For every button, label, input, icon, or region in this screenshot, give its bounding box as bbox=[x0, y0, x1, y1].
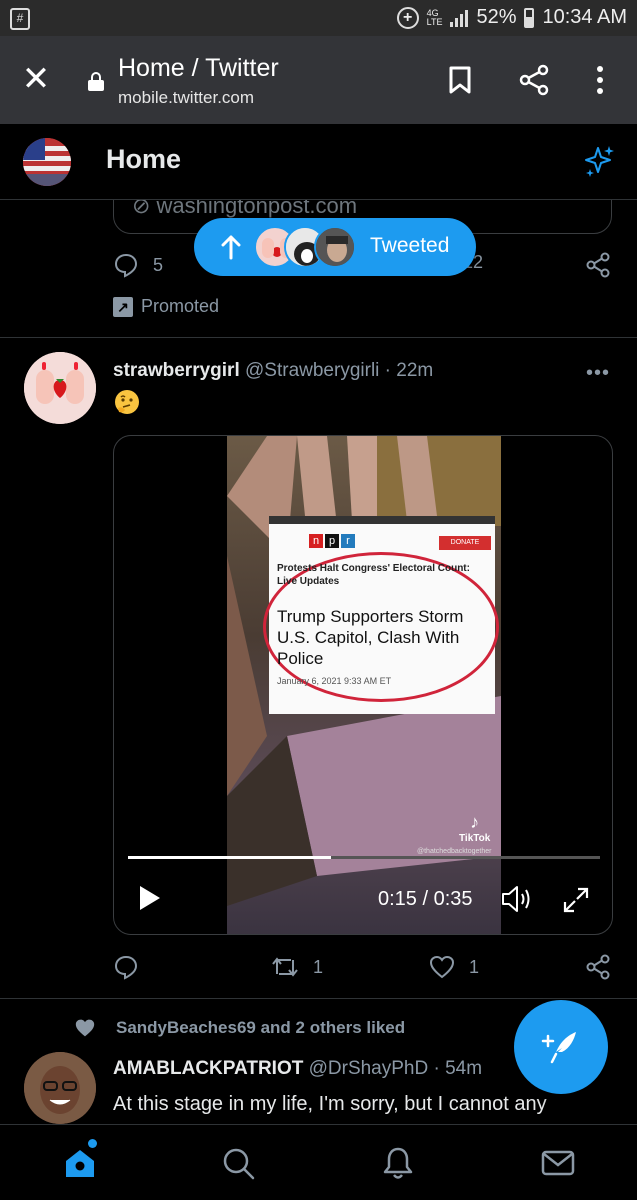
lock-icon[interactable] bbox=[88, 72, 104, 91]
like-count: 1 bbox=[469, 956, 480, 977]
share-icon[interactable] bbox=[518, 64, 550, 96]
npr-date: January 6, 2021 9:33 AM ET bbox=[277, 676, 392, 686]
browser-url[interactable]: mobile.twitter.com bbox=[118, 88, 254, 108]
profile-avatar[interactable] bbox=[23, 138, 71, 186]
reply-icon bbox=[114, 253, 138, 278]
battery-percent: 52% bbox=[476, 6, 517, 28]
new-tweets-label: Tweeted bbox=[370, 234, 450, 257]
reply-icon bbox=[114, 955, 138, 980]
play-icon[interactable] bbox=[138, 884, 162, 912]
retweet-icon bbox=[272, 957, 298, 977]
avatar[interactable] bbox=[24, 352, 96, 424]
like-button[interactable]: 1 bbox=[429, 954, 479, 980]
status-icons: + 4G LTE 52% 10:34 AM bbox=[396, 6, 627, 29]
heart-icon bbox=[429, 955, 455, 979]
signal-icon bbox=[450, 9, 469, 27]
bottom-navigation bbox=[0, 1124, 637, 1200]
more-horizontal-icon[interactable]: ••• bbox=[586, 362, 610, 385]
tiktok-watermark: ♪ TikTok bbox=[459, 812, 491, 844]
video-progress-bar[interactable] bbox=[128, 856, 600, 859]
divider bbox=[0, 998, 637, 999]
timeline-header: Home bbox=[0, 124, 637, 200]
search-icon[interactable] bbox=[220, 1145, 256, 1181]
video-time: 0:15 / 0:35 bbox=[378, 888, 473, 910]
timeline-feed: ⊘ washingtonpost.com 5 12 ↗ Promoted Twe… bbox=[0, 200, 637, 1124]
display-name[interactable]: AMABLACKPATRIOT bbox=[113, 1058, 303, 1079]
unread-dot bbox=[88, 1139, 97, 1148]
reply-button[interactable]: 5 bbox=[113, 252, 163, 278]
notification-icon: # bbox=[10, 8, 30, 30]
clock: 10:34 AM bbox=[542, 6, 627, 28]
npr-logo: n p r bbox=[309, 534, 355, 548]
pill-avatar bbox=[314, 226, 356, 268]
user-handle[interactable]: @DrShayPhD bbox=[309, 1058, 429, 1079]
reply-count: 5 bbox=[153, 254, 164, 275]
page-title: Home bbox=[106, 144, 182, 174]
battery-icon bbox=[524, 7, 535, 28]
browser-page-title: Home / Twitter bbox=[118, 54, 279, 82]
tiktok-handle: @thatchedbacktogether bbox=[417, 848, 492, 855]
mail-icon[interactable] bbox=[540, 1145, 576, 1181]
user-handle[interactable]: @Strawberygirli bbox=[245, 360, 379, 381]
avatar[interactable] bbox=[24, 1052, 96, 1124]
arrow-up-icon bbox=[221, 235, 241, 260]
browser-toolbar: ✕ Home / Twitter mobile.twitter.com bbox=[0, 36, 637, 124]
link-domain: ⊘ washingtonpost.com bbox=[132, 200, 358, 218]
npr-headline: Trump Supporters Storm U.S. Capitol, Cla… bbox=[277, 607, 464, 668]
tweet-text: At this stage in my life, I'm sorry, but… bbox=[113, 1093, 547, 1115]
new-tweets-pill[interactable]: Tweeted bbox=[194, 218, 476, 276]
npr-donate: DONATE bbox=[439, 536, 491, 550]
volume-icon[interactable] bbox=[500, 884, 534, 914]
tweet-header: strawberrygirl @Strawberygirli · 22m bbox=[113, 360, 433, 382]
retweet-count: 1 bbox=[313, 956, 324, 977]
reply-button[interactable] bbox=[113, 954, 153, 980]
share-icon[interactable] bbox=[585, 954, 611, 980]
video-progress-fill bbox=[128, 856, 331, 859]
tiktok-icon: ♪ bbox=[470, 812, 480, 832]
npr-subheadline: Protests Halt Congress' Electoral Count:… bbox=[277, 563, 470, 587]
status-bar: # + 4G LTE 52% 10:34 AM bbox=[0, 0, 637, 36]
share-icon[interactable] bbox=[585, 252, 611, 278]
compose-button[interactable] bbox=[514, 1000, 608, 1094]
heart-icon bbox=[75, 1019, 95, 1037]
home-icon[interactable] bbox=[62, 1145, 98, 1181]
lte-icon: 4G LTE bbox=[426, 7, 443, 27]
fullscreen-icon[interactable] bbox=[562, 886, 590, 914]
retweet-button[interactable]: 1 bbox=[271, 954, 323, 980]
divider bbox=[0, 337, 637, 338]
video-frame[interactable]: n p r DONATE Protests Halt Congress' Ele… bbox=[227, 436, 501, 934]
social-context: SandyBeaches69 and 2 others liked bbox=[74, 1018, 405, 1038]
video-player[interactable]: n p r DONATE Protests Halt Congress' Ele… bbox=[113, 435, 613, 935]
display-name[interactable]: strawberrygirl bbox=[113, 360, 240, 381]
tweet-header: AMABLACKPATRIOT @DrShayPhD · 54m bbox=[113, 1058, 482, 1080]
promoted-label: ↗ Promoted bbox=[113, 296, 219, 317]
bell-icon[interactable] bbox=[380, 1145, 416, 1181]
compose-feather-icon bbox=[541, 1032, 576, 1064]
close-icon[interactable]: ✕ bbox=[20, 62, 52, 96]
npr-screenshot: n p r DONATE Protests Halt Congress' Ele… bbox=[263, 516, 499, 714]
sparkle-icon[interactable] bbox=[582, 144, 616, 178]
tweet-actions: 1 1 bbox=[113, 954, 613, 984]
more-vertical-icon[interactable] bbox=[590, 64, 610, 96]
tweet-time[interactable]: · 54m bbox=[434, 1058, 483, 1079]
data-saver-icon: + bbox=[396, 6, 419, 29]
thinking-face-icon bbox=[115, 390, 139, 414]
tweet-time[interactable]: · 22m bbox=[385, 360, 434, 381]
bookmark-icon[interactable] bbox=[448, 66, 472, 94]
promoted-icon: ↗ bbox=[113, 296, 133, 317]
